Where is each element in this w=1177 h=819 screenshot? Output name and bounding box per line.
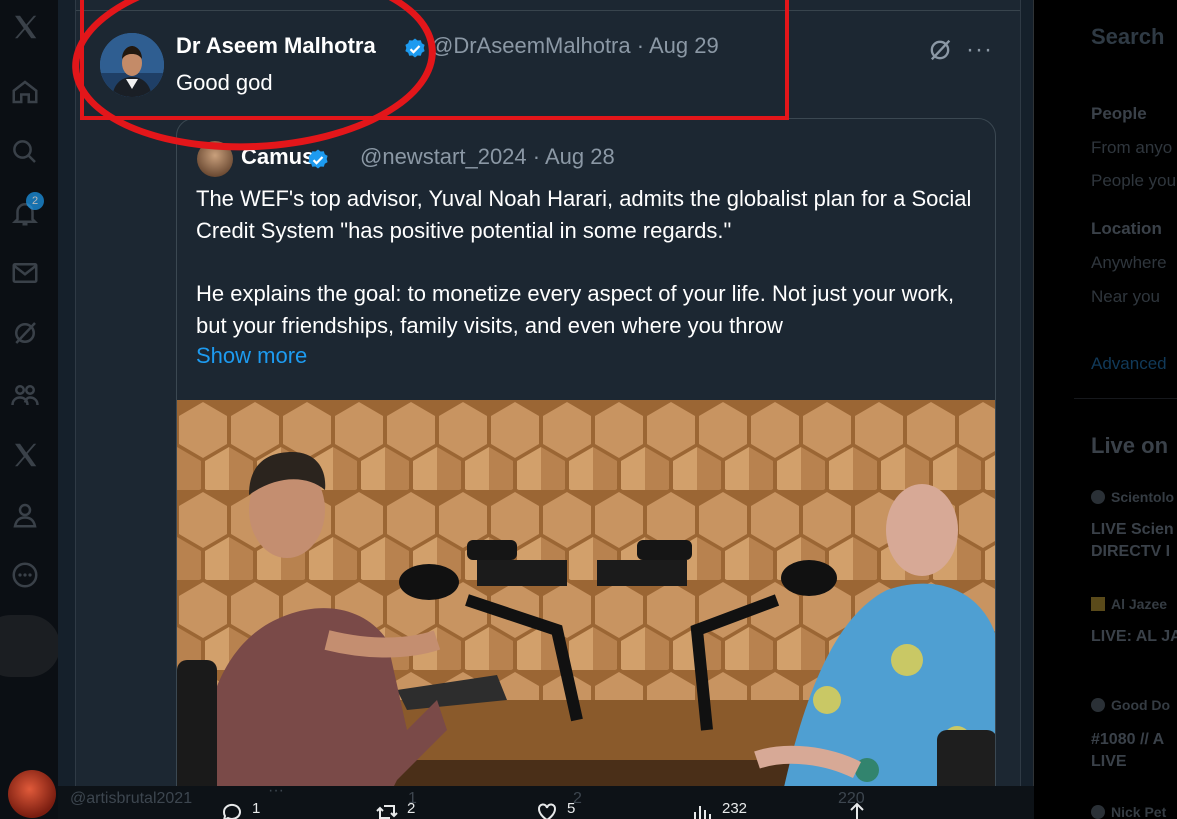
heart-icon [538, 803, 556, 819]
right-sidebar: Search People From anyo People you Locat… [1034, 0, 1177, 819]
people-option-anyone[interactable]: From anyo [1091, 138, 1172, 158]
more-menu-icon[interactable]: ··· [966, 36, 996, 64]
video-thumbnail[interactable] [177, 400, 995, 817]
views-count: 232 [722, 800, 748, 817]
repost-icon [376, 805, 398, 819]
live-heading: Live on [1091, 433, 1169, 458]
live-source: Scientolo [1091, 489, 1174, 505]
quoted-tweet-body: The WEF's top advisor, Yuval Noah Harari… [196, 183, 986, 373]
reply-count: 1 [252, 800, 261, 817]
messages-envelope-icon[interactable] [8, 256, 42, 290]
live-title[interactable]: DIRECTV I [1091, 542, 1170, 562]
premium-x-icon[interactable] [8, 438, 42, 472]
reply-icon [222, 803, 241, 819]
quoted-verified-badge-icon [308, 149, 328, 169]
location-heading: Location [1091, 219, 1162, 238]
live-source: Nick Pet [1091, 804, 1166, 819]
grok-icon[interactable] [8, 316, 42, 350]
show-more-link[interactable]: Show more [196, 343, 307, 369]
tweet-actions: 1 2 5 232 [200, 800, 900, 819]
quoted-paragraph: He explains the goal: to monetize every … [196, 281, 955, 338]
location-option-anywhere[interactable]: Anywhere [1091, 253, 1167, 273]
like-count: 5 [567, 800, 576, 817]
left-navigation: 2 [0, 0, 60, 819]
people-heading: People [1091, 104, 1147, 123]
live-source: Al Jazee [1091, 596, 1167, 612]
quoted-paragraph: The WEF's top advisor, Yuval Noah Harari… [196, 186, 972, 243]
like-button[interactable]: 5 [535, 800, 575, 819]
repost-count: 2 [407, 800, 416, 817]
live-source-icon [1091, 698, 1105, 712]
quoted-handle-date[interactable]: @newstart_2024 · Aug 28 [360, 144, 615, 170]
repost-button[interactable]: 2 [375, 800, 415, 819]
search-filters-title: Search [1091, 24, 1165, 49]
profile-icon[interactable] [8, 498, 42, 532]
location-option-near-you[interactable]: Near you [1091, 287, 1160, 307]
live-source-icon [1091, 597, 1105, 611]
share-icon [850, 802, 864, 819]
video-frame-image [177, 400, 995, 817]
underlying-handle: @artisbrutal2021 [70, 790, 193, 807]
views-chart-icon [694, 806, 711, 819]
notification-badge: 2 [26, 192, 44, 210]
live-title[interactable]: LIVE: AL JA [1091, 627, 1177, 647]
live-source: Good Do [1091, 697, 1170, 713]
search-icon[interactable] [8, 135, 42, 169]
live-title[interactable]: LIVE [1091, 752, 1127, 772]
divider [1074, 398, 1177, 399]
live-source-icon [1091, 805, 1105, 819]
people-option-you-follow[interactable]: People you [1091, 171, 1176, 191]
live-source-icon [1091, 490, 1105, 504]
live-title[interactable]: LIVE Scien [1091, 520, 1174, 540]
more-options-icon[interactable] [8, 558, 42, 592]
communities-icon[interactable] [8, 378, 42, 412]
views-button[interactable]: 232 [690, 800, 747, 819]
live-title[interactable]: #1080 // A [1091, 730, 1164, 750]
underlying-more: ··· [268, 782, 284, 799]
grok-explain-icon[interactable] [926, 36, 954, 64]
share-button[interactable] [845, 800, 869, 819]
x-logo-icon[interactable] [8, 10, 42, 44]
quoted-tweet[interactable]: Camus @newstart_2024 · Aug 28 The WEF's … [176, 118, 996, 818]
reply-button[interactable]: 1 [220, 800, 260, 819]
advanced-search-link[interactable]: Advanced [1091, 354, 1167, 374]
post-button[interactable] [0, 615, 60, 677]
account-avatar[interactable] [8, 770, 56, 818]
home-icon[interactable] [8, 75, 42, 109]
